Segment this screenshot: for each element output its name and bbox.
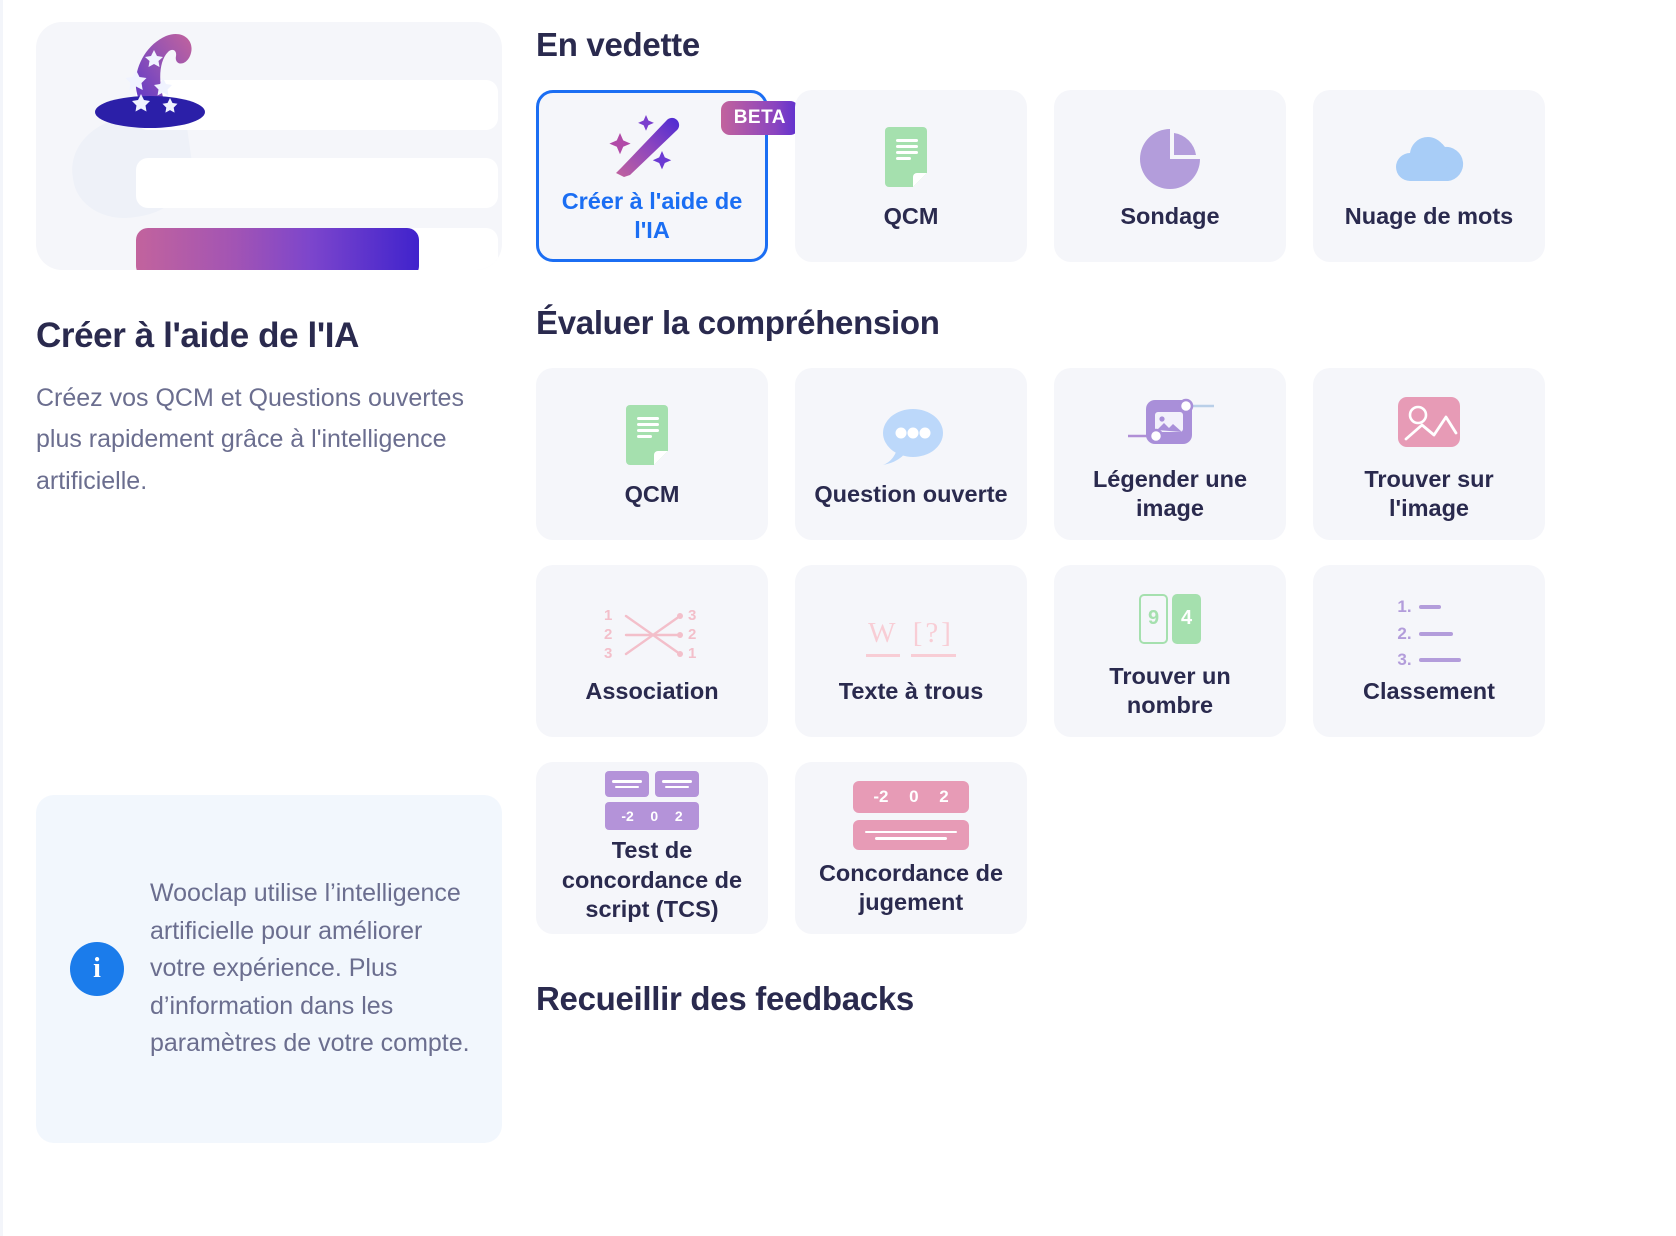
card-label: Nuage de mots (1344, 202, 1514, 229)
featured-grid: BETA Créer à l'aide de l'IA QCM Sondage … (536, 90, 1646, 262)
speech-bubble-icon (807, 400, 1015, 474)
hero-bar-gradient-fill (136, 228, 419, 270)
question-type-picker: Créer à l'aide de l'IA Créez vos QCM et … (0, 0, 1676, 1236)
label-image-icon (1066, 385, 1274, 459)
find-on-image-icon (1325, 385, 1533, 459)
card-label: Trouver sur l'image (1364, 465, 1494, 521)
card-test-de-concordance-de-script[interactable]: -2 0 2 Test de concordance de script (TCS) (536, 762, 768, 934)
card-label: Créer à l'aide de l'IA (561, 188, 743, 243)
rank-bar (1418, 631, 1453, 636)
fill-in-the-blank-icon: W [?] (807, 597, 1015, 671)
panel-divider (0, 0, 3, 1236)
beta-badge: BETA (720, 101, 799, 136)
card-label: Question ouverte (814, 480, 1008, 507)
cloud-icon (1325, 122, 1533, 196)
card-create-with-ai[interactable]: BETA Créer à l'aide de l'IA (536, 90, 799, 262)
card-label: QCM (624, 480, 680, 507)
rank-bar (1418, 658, 1461, 663)
hero-bar-2 (136, 158, 498, 208)
blank-word: W [?] (866, 617, 956, 658)
section-title-comprehension: Évaluer la compréhension (536, 304, 940, 341)
card-trouver-sur-l-image[interactable]: Trouver sur l'image (1313, 368, 1545, 540)
comprehension-grid: QCM Question ouverte Légender une image … (536, 368, 1646, 934)
card-label: Classement (1363, 677, 1495, 704)
card-label: Association (585, 677, 719, 704)
judgment-scale: -2 0 2 (853, 781, 969, 814)
card-qcm[interactable]: QCM (536, 368, 768, 540)
find-number-icon: 9 4 (1066, 582, 1274, 656)
card-label: Trouver un nombre (1109, 662, 1231, 718)
number-box-filled: 4 (1172, 593, 1201, 644)
tcs-scale: -2 0 2 (605, 802, 699, 831)
card-label: Texte à trous (838, 677, 984, 704)
ai-info-text: Wooclap utilise l’intelligence artificie… (150, 879, 470, 1058)
card-label: Concordance de jugement (818, 859, 1004, 915)
svg-text:1: 1 (604, 607, 612, 624)
question-types-panel: En vedette BETA Créer à l'aide de l'IA Q… (530, 0, 1676, 1236)
rank-number: 3. (1397, 649, 1412, 669)
number-box-outline: 9 (1139, 593, 1168, 644)
section-title-featured: En vedette (536, 26, 700, 63)
rank-number: 2. (1397, 623, 1412, 643)
section-title-feedbacks: Recueillir des feedbacks (536, 980, 914, 1017)
card-texte-a-trous[interactable]: W [?] Texte à trous (795, 565, 1027, 737)
svg-text:3: 3 (688, 607, 696, 624)
svg-text:2: 2 (604, 626, 612, 643)
tcs-box (605, 771, 649, 798)
svg-text:2: 2 (688, 626, 696, 643)
magic-wand-icon: BETA (551, 101, 799, 181)
card-classement[interactable]: 1. 2. 3. Classement (1313, 565, 1545, 737)
ranking-icon: 1. 2. 3. (1325, 597, 1533, 671)
hero-illustration (36, 22, 502, 270)
info-circle-icon: i (70, 942, 124, 996)
judgment-concordance-icon: -2 0 2 (807, 779, 1015, 853)
card-label: QCM (883, 202, 939, 229)
wizard-hat-icon (88, 32, 223, 147)
document-green-icon (807, 122, 1015, 196)
ai-info-box: i Wooclap utilise l’intelligence artific… (36, 795, 502, 1143)
card-sondage[interactable]: Sondage (1054, 90, 1286, 262)
pie-chart-icon (1066, 122, 1274, 196)
left-panel-description: Créez vos QCM et Questions ouvertes plus… (36, 384, 464, 495)
card-label: Test de concordance de script (TCS) (561, 837, 743, 923)
card-concordance-de-jugement[interactable]: -2 0 2 Concordance de jugement (795, 762, 1027, 934)
rank-number: 1. (1397, 597, 1412, 617)
document-green-icon (548, 400, 756, 474)
left-preview-panel: Créer à l'aide de l'IA Créez vos QCM et … (0, 0, 530, 1236)
card-label: Légender une image (1092, 465, 1248, 521)
card-trouver-un-nombre[interactable]: 9 4 Trouver un nombre (1054, 565, 1286, 737)
card-question-ouverte[interactable]: Question ouverte (795, 368, 1027, 540)
card-label: Sondage (1120, 202, 1220, 229)
tcs-box (655, 771, 699, 798)
card-nuage-de-mots[interactable]: Nuage de mots (1313, 90, 1545, 262)
left-panel-title: Créer à l'aide de l'IA (36, 316, 359, 355)
svg-text:1: 1 (688, 645, 696, 662)
svg-text:3: 3 (604, 645, 612, 662)
rank-bar (1418, 605, 1441, 610)
card-association[interactable]: 1 2 3 3 2 1 Association (536, 565, 768, 737)
matching-icon: 1 2 3 3 2 1 (548, 597, 756, 671)
script-concordance-icon: -2 0 2 (548, 771, 756, 831)
card-qcm-featured[interactable]: QCM (795, 90, 1027, 262)
card-legender-une-image[interactable]: Légender une image (1054, 368, 1286, 540)
judgment-text-box (853, 820, 969, 851)
